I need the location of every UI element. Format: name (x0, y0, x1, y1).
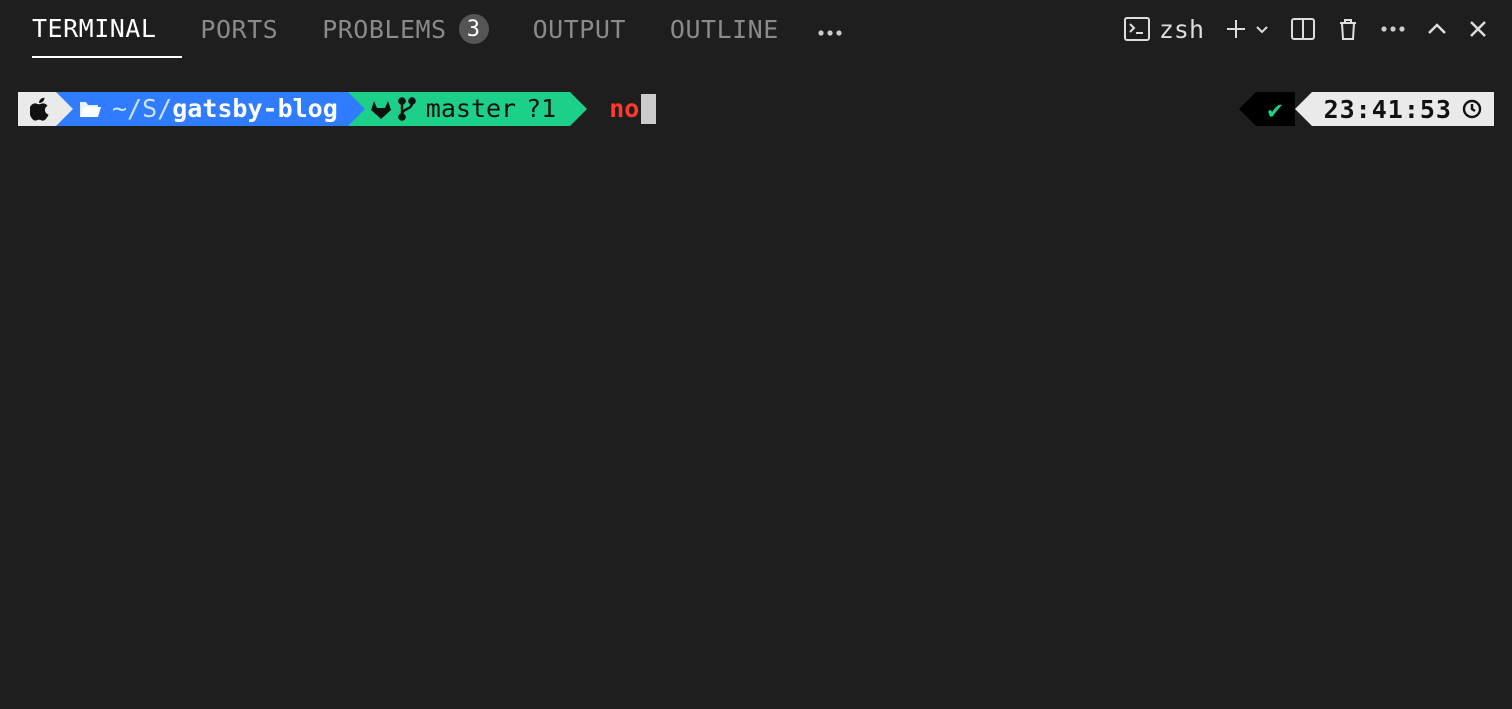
active-shell-indicator[interactable]: zsh (1123, 15, 1204, 44)
clock-icon (1462, 99, 1482, 119)
prompt-git-status: ?1 (526, 92, 556, 126)
trash-icon (1336, 16, 1360, 42)
prompt-os-segment (18, 92, 56, 126)
prompt-git-branch: master (426, 92, 516, 126)
terminal-viewport[interactable]: ~/S/gatsby-blog master ?1 no ✔ 23:4 (0, 58, 1512, 126)
check-icon: ✔ (1268, 95, 1283, 124)
terminal-icon (1123, 16, 1151, 42)
prompt-path-dir: gatsby-blog (172, 92, 338, 126)
chevron-down-icon[interactable] (1254, 21, 1270, 37)
maximize-panel-button[interactable] (1426, 21, 1448, 37)
prompt-time-segment: 23:41:53 (1312, 92, 1494, 126)
ellipsis-icon (1380, 25, 1406, 33)
ellipsis-icon (817, 14, 843, 44)
powerline-separator (1295, 92, 1312, 126)
tab-overflow-button[interactable] (817, 14, 843, 44)
prompt-right-status: ✔ 23:41:53 (1239, 92, 1494, 126)
close-icon (1468, 19, 1488, 39)
powerline-separator (1239, 92, 1256, 126)
terminal-cursor (641, 94, 656, 124)
apple-icon (30, 97, 50, 121)
problems-badge: 3 (459, 14, 489, 44)
panel-more-actions-button[interactable] (1380, 25, 1406, 33)
gitlab-icon (370, 98, 392, 120)
prompt-path-segment: ~/S/gatsby-blog (56, 92, 348, 126)
panel-tab-bar: TERMINAL PORTS PROBLEMS 3 OUTPUT OUTLINE… (0, 0, 1512, 58)
tab-terminal-label: TERMINAL (32, 14, 156, 43)
tab-output[interactable]: OUTPUT (533, 0, 652, 58)
terminal-toolbar: zsh (1123, 15, 1494, 44)
split-panel-icon (1290, 17, 1316, 41)
tab-terminal[interactable]: TERMINAL (32, 0, 182, 58)
powerline-separator (348, 92, 365, 126)
kill-terminal-button[interactable] (1336, 16, 1360, 42)
tab-outline-label: OUTLINE (670, 15, 779, 44)
git-branch-icon (398, 97, 416, 121)
close-panel-button[interactable] (1468, 19, 1488, 39)
tab-output-label: OUTPUT (533, 15, 626, 44)
powerline-separator (570, 92, 587, 126)
powerline-separator (56, 92, 73, 126)
chevron-up-icon (1426, 21, 1448, 37)
prompt-input-area[interactable]: no (587, 92, 666, 126)
tab-ports[interactable]: PORTS (200, 0, 304, 58)
new-terminal-button[interactable] (1224, 17, 1270, 41)
folder-open-icon (78, 99, 102, 119)
tab-problems-label: PROBLEMS (322, 15, 446, 44)
prompt-exit-status: ✔ (1256, 92, 1295, 126)
prompt-path-prefix: ~/S/ (112, 92, 172, 126)
split-terminal-button[interactable] (1290, 17, 1316, 41)
typed-command: no (609, 92, 639, 126)
prompt-git-segment: master ?1 (348, 92, 570, 126)
prompt-time: 23:41:53 (1324, 95, 1452, 124)
tab-ports-label: PORTS (200, 15, 278, 44)
plus-icon (1224, 17, 1248, 41)
shell-name-label: zsh (1159, 15, 1204, 44)
tab-problems[interactable]: PROBLEMS 3 (322, 0, 514, 58)
tab-outline[interactable]: OUTLINE (670, 0, 805, 58)
